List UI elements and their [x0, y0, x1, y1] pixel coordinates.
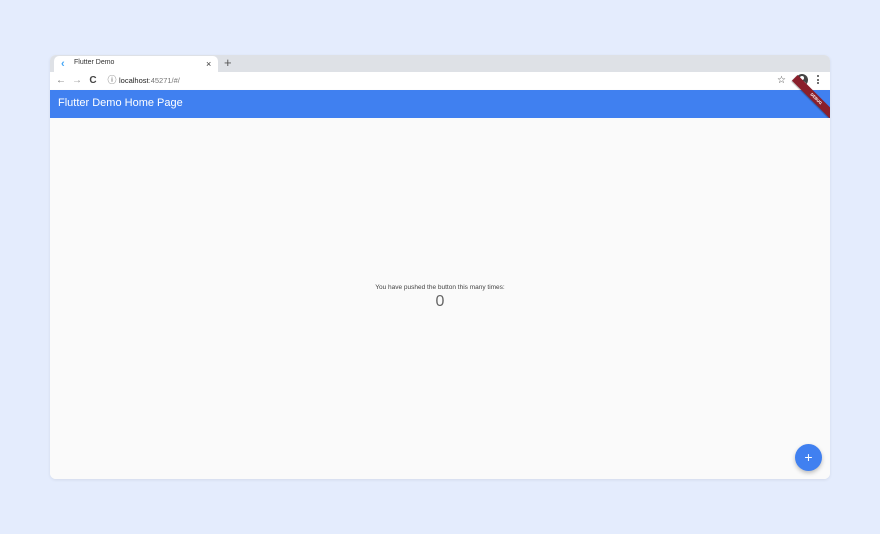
- counter-label: You have pushed the button this many tim…: [375, 284, 505, 291]
- bookmark-star-icon[interactable]: ☆: [777, 74, 786, 88]
- page-title: Flutter Demo Home Page: [58, 97, 183, 109]
- flutter-icon: ‹: [61, 58, 65, 70]
- tab-flutter-demo[interactable]: ‹ Flutter Demo ×: [54, 56, 218, 72]
- app-bar: Flutter Demo Home Page DEBUG: [50, 74, 830, 124]
- app-body: You have pushed the button this many tim…: [50, 118, 830, 479]
- kebab-menu-icon[interactable]: [817, 75, 821, 87]
- reload-button[interactable]: C: [86, 74, 100, 88]
- address-path: :45271/#/: [148, 76, 180, 85]
- tab-title: Flutter Demo: [74, 59, 115, 66]
- browser-window: ‹ Flutter Demo × + ← → C ⓘ localhost:452…: [50, 55, 830, 479]
- new-tab-button[interactable]: +: [224, 56, 232, 70]
- tab-strip: ‹ Flutter Demo × +: [50, 55, 830, 72]
- forward-button[interactable]: →: [70, 74, 84, 88]
- browser-toolbar: ← → C ⓘ localhost:45271/#/ ☆: [50, 72, 830, 91]
- address-bar[interactable]: localhost:45271/#/: [119, 75, 180, 87]
- close-icon[interactable]: ×: [206, 58, 211, 70]
- counter-value: 0: [435, 293, 445, 310]
- address-host: localhost: [119, 76, 149, 85]
- info-icon[interactable]: ⓘ: [107, 75, 117, 85]
- back-button[interactable]: ←: [54, 74, 68, 88]
- increment-button[interactable]: +: [795, 444, 822, 471]
